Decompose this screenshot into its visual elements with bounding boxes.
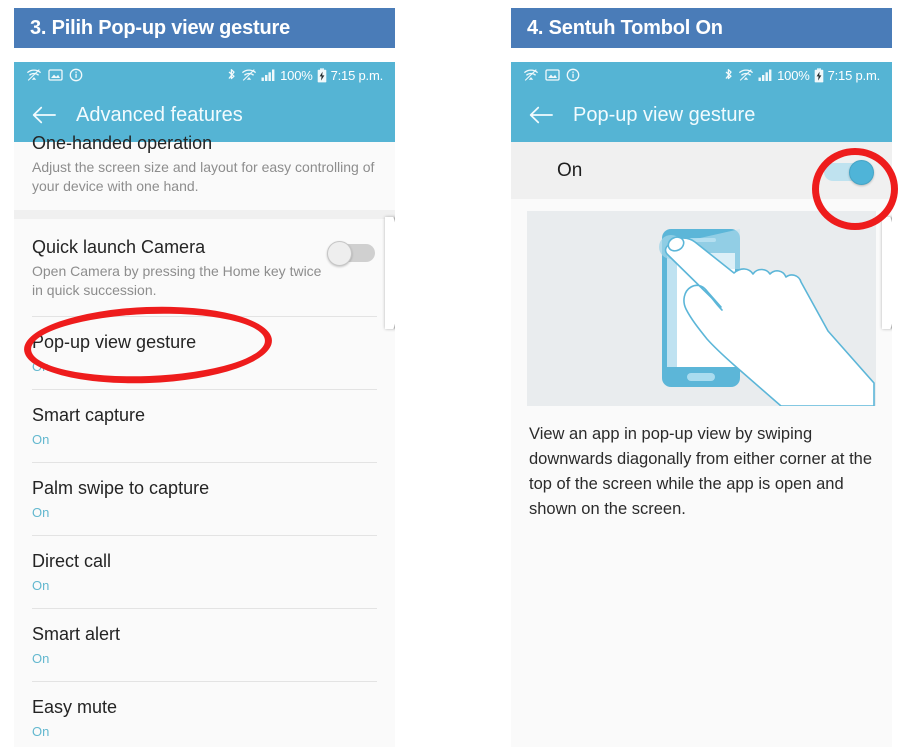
list-item-status: On bbox=[32, 359, 50, 374]
battery-percent-label: 100% bbox=[280, 67, 313, 83]
back-arrow-icon[interactable] bbox=[529, 103, 553, 127]
detail-body: View an app in pop-up view by swiping do… bbox=[511, 199, 892, 522]
status-bar-left-icons bbox=[26, 68, 83, 82]
list-item-title: Direct call bbox=[32, 551, 112, 571]
image-icon bbox=[545, 68, 560, 82]
list-item-status: On bbox=[32, 432, 50, 447]
page-title: Pop-up view gesture bbox=[573, 103, 756, 126]
image-icon bbox=[48, 68, 63, 82]
status-bar: 100% 7:15 p.m. bbox=[511, 62, 892, 88]
bluetooth-icon bbox=[226, 68, 237, 83]
signal-icon bbox=[758, 68, 773, 82]
battery-percent-label: 100% bbox=[777, 67, 810, 83]
list-item-status: On bbox=[32, 578, 50, 593]
step-4-header: 4. Sentuh Tombol On bbox=[511, 8, 892, 48]
step-3-header: 3. Pilih Pop-up view gesture bbox=[14, 8, 395, 48]
advanced-features-list: One-handed operation Adjust the screen s… bbox=[14, 133, 395, 747]
list-item-status: On bbox=[32, 505, 50, 520]
list-item-direct-call[interactable]: Direct call On bbox=[14, 535, 395, 608]
list-item-title: One-handed operation bbox=[32, 133, 213, 153]
hand-swipe-phone-illustration bbox=[527, 211, 876, 406]
list-item-title: Smart alert bbox=[32, 624, 121, 644]
list-item-title: Palm swipe to capture bbox=[32, 478, 210, 498]
master-switch-label: On bbox=[557, 159, 583, 181]
master-switch-row[interactable]: On bbox=[511, 142, 892, 199]
signal-icon bbox=[261, 68, 276, 82]
step-4-header-label: 4. Sentuh Tombol On bbox=[527, 16, 723, 39]
info-icon bbox=[69, 68, 83, 82]
clock-label: 7:15 p.m. bbox=[330, 67, 384, 83]
clock-label: 7:15 p.m. bbox=[827, 67, 881, 83]
list-item-title: Smart capture bbox=[32, 405, 146, 425]
list-item-quick-launch-camera[interactable]: Quick launch Camera Open Camera by press… bbox=[14, 219, 395, 316]
list-item-palm-swipe-to-capture[interactable]: Palm swipe to capture On bbox=[14, 462, 395, 535]
quick-launch-camera-toggle[interactable] bbox=[327, 241, 377, 266]
list-item-title: Easy mute bbox=[32, 697, 118, 717]
list-item-one-handed-operation[interactable]: One-handed operation Adjust the screen s… bbox=[14, 133, 395, 210]
wifi-icon bbox=[523, 68, 539, 82]
info-icon bbox=[566, 68, 580, 82]
bluetooth-icon bbox=[723, 68, 734, 83]
status-bar: 100% 7:15 p.m. bbox=[14, 62, 395, 88]
list-item-title: Quick launch Camera bbox=[32, 237, 206, 257]
page-title: Advanced features bbox=[76, 103, 243, 126]
status-bar-left-icons bbox=[523, 68, 580, 82]
step-3-panel: 3. Pilih Pop-up view gesture 100% 7:15 p… bbox=[14, 0, 409, 747]
list-item-status: On bbox=[32, 724, 50, 739]
wifi-icon bbox=[26, 68, 42, 82]
phone-screen-advanced-features: 100% 7:15 p.m. Advanced features One-han… bbox=[14, 62, 395, 747]
toggle-knob bbox=[849, 159, 874, 185]
status-bar-right-cluster: 100% 7:15 p.m. bbox=[723, 68, 880, 83]
list-item-status: On bbox=[32, 651, 50, 666]
battery-charging-icon bbox=[814, 67, 824, 83]
back-arrow-icon[interactable] bbox=[32, 103, 56, 127]
list-item-subtitle: Open Camera by pressing the Home key twi… bbox=[32, 263, 322, 298]
list-item-title: Pop-up view gesture bbox=[32, 332, 197, 352]
list-group-divider bbox=[14, 210, 395, 219]
app-bar: Pop-up view gesture bbox=[511, 88, 892, 142]
list-item-easy-mute[interactable]: Easy mute On bbox=[14, 681, 395, 747]
list-item-pop-up-view-gesture[interactable]: Pop-up view gesture On bbox=[14, 316, 395, 389]
step-4-panel: 4. Sentuh Tombol On 100% 7:15 p.m. Pop-u… bbox=[511, 0, 906, 747]
list-item-subtitle: Adjust the screen size and layout for ea… bbox=[32, 159, 375, 194]
status-bar-right-cluster: 100% 7:15 p.m. bbox=[226, 68, 383, 83]
list-item-smart-capture[interactable]: Smart capture On bbox=[14, 389, 395, 462]
step-3-header-label: 3. Pilih Pop-up view gesture bbox=[30, 16, 291, 39]
tutorial-stage: 3. Pilih Pop-up view gesture 100% 7:15 p… bbox=[0, 0, 911, 747]
pop-up-view-gesture-toggle[interactable] bbox=[824, 159, 874, 185]
battery-charging-icon bbox=[317, 67, 327, 83]
phone-screen-pop-up-view-gesture: 100% 7:15 p.m. Pop-up view gesture On Vi… bbox=[511, 62, 892, 747]
wifi-icon bbox=[241, 68, 257, 82]
toggle-knob bbox=[327, 241, 352, 266]
feature-description: View an app in pop-up view by swiping do… bbox=[529, 425, 873, 518]
list-item-smart-alert[interactable]: Smart alert On bbox=[14, 608, 395, 681]
wifi-icon bbox=[738, 68, 754, 82]
